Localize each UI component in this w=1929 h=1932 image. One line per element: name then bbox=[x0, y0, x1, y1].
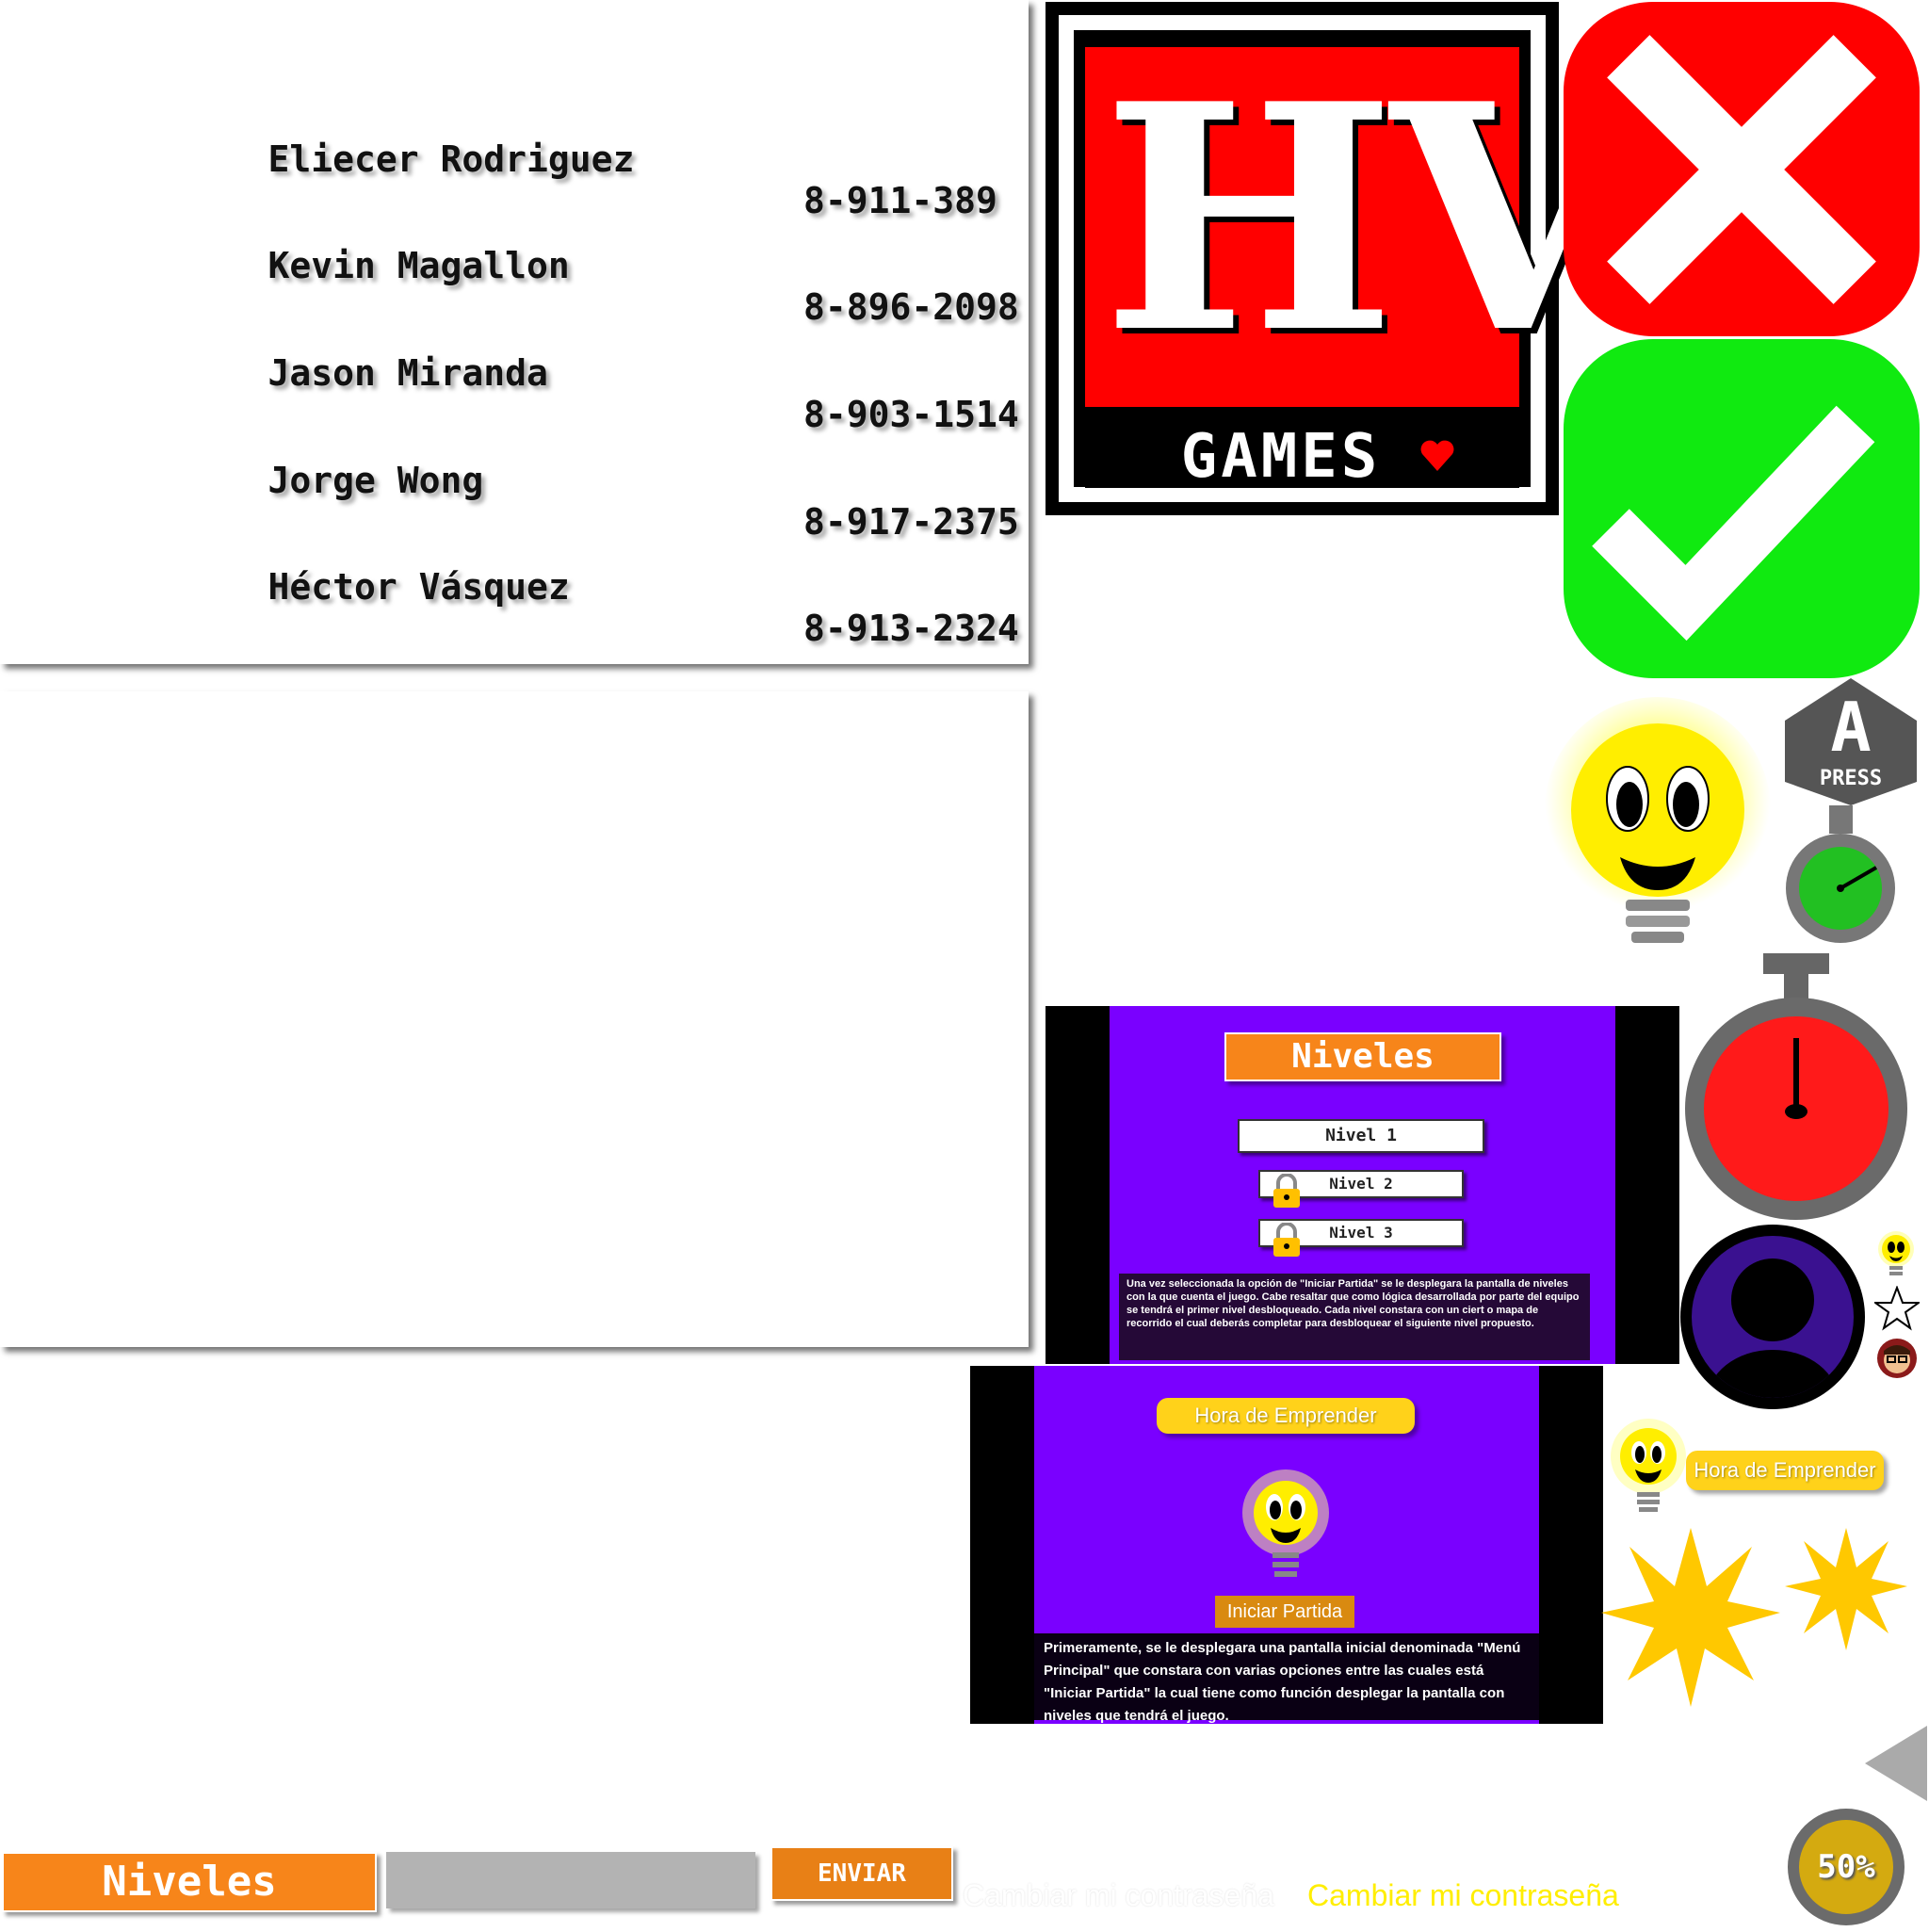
menu-caption: Primeramente, se le desplegara una panta… bbox=[1034, 1633, 1539, 1724]
start-game-button[interactable]: Iniciar Partida bbox=[1215, 1596, 1354, 1628]
lock-icon bbox=[1270, 1222, 1304, 1258]
progress-indicator: 50% bbox=[1785, 1806, 1907, 1928]
small-lightbulb-icon bbox=[1876, 1230, 1916, 1281]
star-icon bbox=[1872, 1285, 1922, 1331]
credit-id: 8-911-389 bbox=[803, 180, 997, 221]
press-letter: A bbox=[1830, 688, 1872, 767]
credit-name: Jorge Wong bbox=[267, 460, 484, 501]
logo-subtitle: GAMES bbox=[1180, 422, 1382, 492]
green-timer-icon bbox=[1782, 805, 1900, 945]
burst-star-icon bbox=[1785, 1528, 1907, 1650]
levels-caption: Una vez seleccionada la opción de "Inici… bbox=[1119, 1274, 1590, 1360]
text-input-field[interactable] bbox=[386, 1852, 755, 1908]
character-face-icon bbox=[1876, 1338, 1918, 1379]
back-arrow-icon[interactable] bbox=[1865, 1726, 1927, 1801]
press-label: PRESS bbox=[1819, 767, 1883, 790]
banner-title: Hora de Emprender bbox=[1686, 1451, 1884, 1490]
burst-star-icon bbox=[1601, 1528, 1780, 1707]
level-1-button[interactable]: Nivel 1 bbox=[1238, 1119, 1484, 1153]
banner-lightbulb-icon bbox=[1609, 1419, 1688, 1522]
lightbulb-mascot-icon bbox=[1545, 688, 1771, 951]
change-password-ghost: Cambiar mi contraseña bbox=[963, 1878, 1274, 1912]
heart-icon bbox=[1418, 437, 1456, 475]
stopwatch-icon bbox=[1678, 953, 1914, 1222]
credit-id: 8-903-1514 bbox=[803, 394, 1019, 435]
niveles-button[interactable]: Niveles bbox=[2, 1852, 377, 1912]
credit-row: Héctor Vásquez 8-913-2324 bbox=[182, 525, 1019, 690]
press-a-badge: A PRESS bbox=[1780, 678, 1921, 810]
levels-screen-preview: Niveles Nivel 1 Nivel 2 Nivel 3 Una vez … bbox=[1046, 1006, 1679, 1364]
menu-title: Hora de Emprender bbox=[1157, 1398, 1415, 1434]
credit-id: 8-913-2324 bbox=[803, 608, 1019, 649]
credit-name: Jason Miranda bbox=[267, 352, 548, 394]
enviar-button[interactable]: ENVIAR bbox=[770, 1846, 953, 1901]
credits-panel: Eliecer Rodriguez 8-911-389 Kevin Magall… bbox=[0, 0, 1029, 664]
credit-name: Eliecer Rodriguez bbox=[267, 138, 635, 180]
lightbulb-icon bbox=[1239, 1469, 1333, 1583]
check-icon[interactable] bbox=[1564, 339, 1920, 678]
credit-name: Kevin Magallon bbox=[267, 245, 570, 286]
change-password-link[interactable]: Cambiar mi contraseña bbox=[1307, 1878, 1619, 1913]
levels-title: Niveles bbox=[1224, 1032, 1501, 1081]
hv-games-logo: HV GAMES bbox=[1046, 2, 1631, 515]
blank-panel bbox=[0, 691, 1029, 1347]
credit-name: Héctor Vásquez bbox=[267, 566, 570, 608]
credit-id: 8-896-2098 bbox=[803, 286, 1019, 328]
logo-letters: HV bbox=[1102, 36, 1631, 401]
progress-label: 50% bbox=[1817, 1848, 1875, 1886]
menu-screen-preview: Hora de Emprender Iniciar Partida Primer… bbox=[970, 1366, 1603, 1724]
close-icon[interactable] bbox=[1564, 2, 1920, 336]
avatar bbox=[1678, 1223, 1867, 1411]
lock-icon bbox=[1270, 1173, 1304, 1210]
credit-id: 8-917-2375 bbox=[803, 501, 1019, 543]
